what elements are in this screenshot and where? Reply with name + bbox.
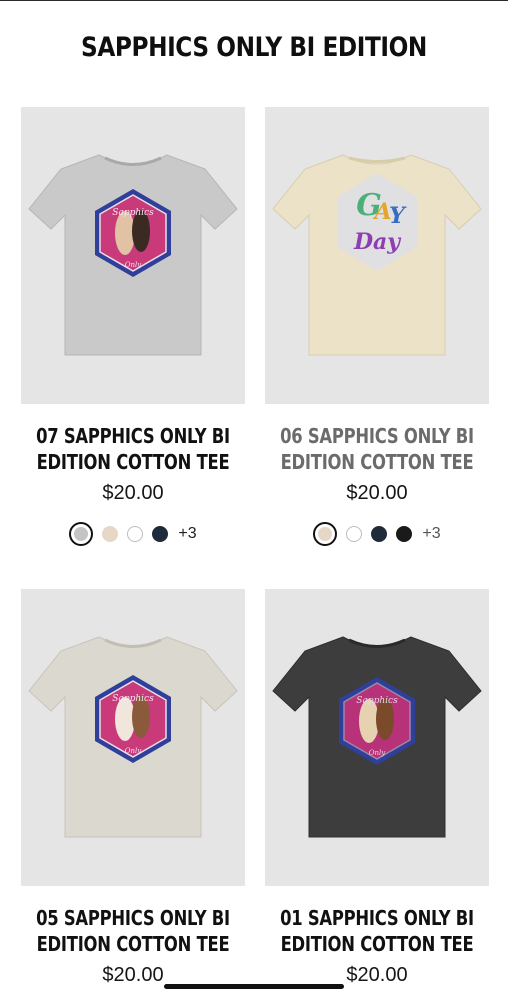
swatch[interactable]	[396, 526, 413, 542]
swatch[interactable]	[371, 526, 388, 542]
product-title-line-1: 07 SAPPHICS ONLY BI	[36, 424, 230, 448]
product-image[interactable]: Sapphics Only	[265, 589, 489, 886]
swatch[interactable]	[127, 526, 144, 542]
svg-text:Only: Only	[369, 749, 386, 757]
color-swatches: +3	[265, 521, 489, 547]
home-indicator	[164, 984, 344, 989]
product-title[interactable]: 01 SAPPHICS ONLY BI EDITION COTTON TEE	[277, 905, 477, 957]
product-title-line-2: EDITION COTTON TEE	[280, 450, 474, 474]
swatch-selected[interactable]	[69, 522, 94, 546]
svg-text:Sapphics: Sapphics	[356, 696, 398, 706]
swatch[interactable]	[102, 526, 119, 542]
more-colors-count[interactable]: +3	[422, 525, 440, 543]
svg-text:Sapphics: Sapphics	[112, 694, 154, 704]
svg-text:Sapphics: Sapphics	[112, 208, 154, 218]
top-divider	[0, 0, 508, 1]
product-title-line-1: 05 SAPPHICS ONLY BI	[36, 906, 230, 930]
product-image[interactable]: G A Y Day	[265, 107, 489, 404]
product-image[interactable]: Sapphics Only	[21, 589, 245, 886]
product-title-line-1: 06 SAPPHICS ONLY BI	[280, 424, 474, 448]
svg-text:Day: Day	[353, 229, 402, 255]
more-colors-count[interactable]: +3	[178, 525, 196, 543]
product-title-line-2: EDITION COTTON TEE	[280, 932, 474, 956]
swatch[interactable]	[152, 526, 169, 542]
color-swatches: +3	[21, 521, 245, 547]
svg-text:Y: Y	[389, 203, 407, 229]
product-title-line-1: 01 SAPPHICS ONLY BI	[280, 906, 474, 930]
collection-title: SAPPHICS ONLY BI EDITION	[81, 32, 427, 63]
product-title-line-2: EDITION COTTON TEE	[36, 932, 230, 956]
product-title[interactable]: 06 SAPPHICS ONLY BI EDITION COTTON TEE	[277, 423, 477, 475]
product-title-line-2: EDITION COTTON TEE	[36, 450, 230, 474]
product-title[interactable]: 07 SAPPHICS ONLY BI EDITION COTTON TEE	[33, 423, 233, 475]
product-image[interactable]: Sapphics Only	[21, 107, 245, 404]
product-title[interactable]: 05 SAPPHICS ONLY BI EDITION COTTON TEE	[33, 905, 233, 957]
swatch[interactable]	[346, 526, 363, 542]
product-price: $20.00	[346, 482, 408, 504]
swatch-selected[interactable]	[313, 522, 338, 546]
product-price: $20.00	[102, 482, 164, 504]
svg-text:Only: Only	[125, 261, 142, 269]
svg-text:Only: Only	[125, 747, 142, 755]
